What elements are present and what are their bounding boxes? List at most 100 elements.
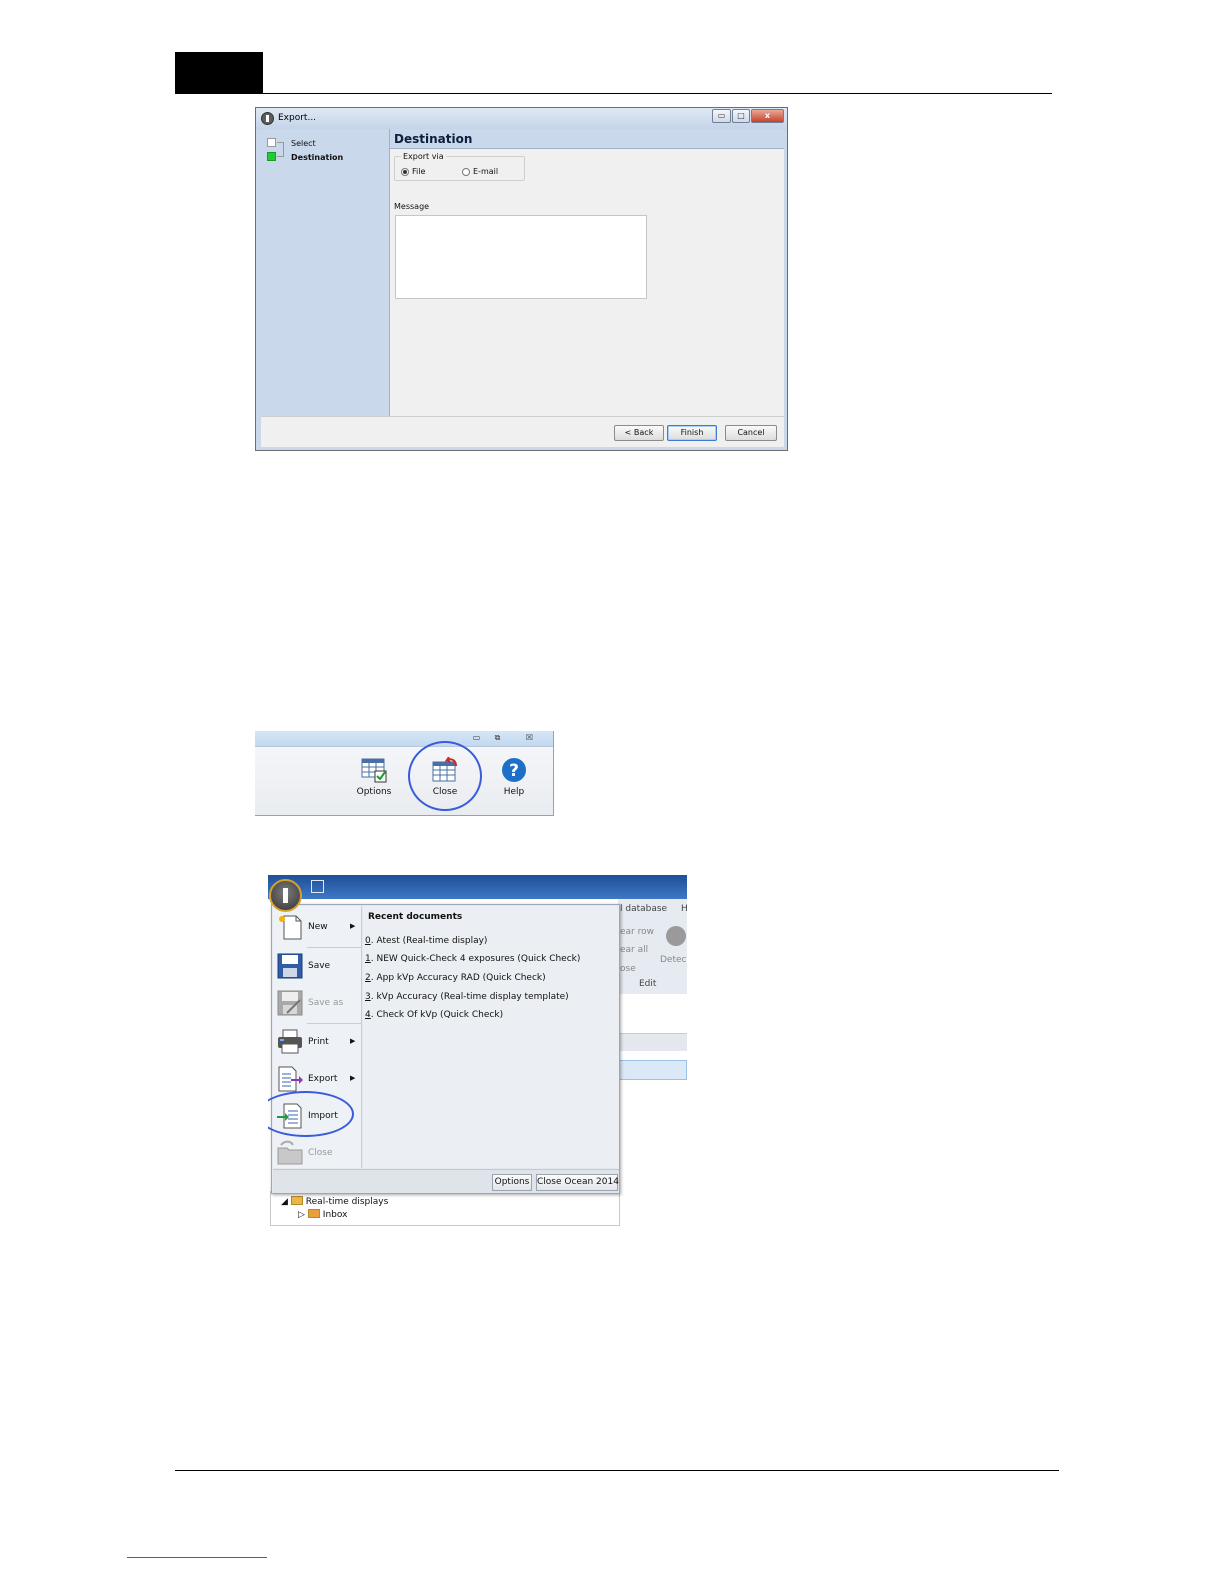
menu-label: Save as (308, 998, 344, 1008)
restore-button[interactable]: ⧉ (489, 733, 506, 744)
recent-document-item[interactable]: 2. App kVp Accuracy RAD (Quick Check) (365, 973, 546, 983)
footer-rule (175, 1470, 1059, 1471)
menu-print[interactable]: Print ▶ (273, 1024, 362, 1060)
ribbon-titlebar: ▭ ⧉ ☒ (255, 731, 553, 747)
tree-node-label: Real-time displays (305, 1197, 389, 1207)
recent-document-item[interactable]: 3. kVp Accuracy (Real-time display templ… (365, 992, 569, 1002)
close-label: Close (432, 787, 458, 797)
menu-export[interactable]: Export ▶ (273, 1061, 362, 1097)
background-detect-label: Detect (660, 955, 687, 965)
menu-new[interactable]: New ▶ (273, 909, 362, 945)
header-rule (175, 93, 1052, 94)
background-group-label: Edit (639, 979, 657, 989)
menu-commands: New ▶ Save Save as Print ▶ Export ▶ Impo… (273, 906, 362, 1168)
back-button[interactable]: < Back (614, 425, 664, 441)
radio-file-label[interactable]: File (412, 167, 425, 176)
export-dialog: Export... ▭ □ x Select Destination Desti… (255, 107, 788, 451)
menu-footer: Options Close Ocean 2014 (273, 1169, 619, 1193)
recent-text: . App kVp Accuracy RAD (Quick Check) (370, 973, 546, 983)
menu-label: Save (308, 961, 331, 971)
menu-label: New (308, 922, 328, 932)
quick-save-icon[interactable] (311, 880, 324, 893)
background-item: ose (620, 964, 636, 974)
radio-file[interactable] (401, 168, 409, 176)
submenu-arrow-icon: ▶ (350, 1037, 356, 1045)
step-connector (277, 156, 283, 157)
inbox-icon (307, 1209, 320, 1218)
help-label: Help (503, 787, 525, 797)
menu-save-as[interactable]: Save as (273, 985, 362, 1021)
app-icon (261, 112, 274, 125)
options-icon (361, 758, 387, 783)
close-app-button[interactable]: Close Ocean 2014 (536, 1174, 619, 1191)
menu-label: Import (308, 1111, 338, 1121)
recent-document-item[interactable]: 1. NEW Quick-Check 4 exposures (Quick Ch… (365, 954, 580, 964)
menu-label: Export (308, 1074, 338, 1084)
dialog-footer: < Back Finish Cancel (261, 416, 784, 447)
wizard-steps-panel: Select Destination (261, 129, 390, 416)
export-via-group: Export via File E-mail (394, 152, 525, 181)
options-label: Options (356, 787, 392, 797)
menu-label: Close (308, 1148, 333, 1158)
tree-node-inbox[interactable]: ▷ Inbox (298, 1209, 347, 1220)
ribbon-close-button[interactable]: Close (415, 757, 475, 797)
application-menu-screenshot: l database H ear row ear all ose Detect … (268, 875, 687, 1226)
folder-icon (290, 1196, 303, 1205)
menu-import[interactable]: Import (273, 1098, 362, 1134)
menu-label: Print (308, 1037, 329, 1047)
tree-node-label: Inbox (322, 1210, 348, 1220)
step-indicator (267, 138, 276, 147)
ribbon-help-button[interactable]: ? Help (484, 757, 544, 797)
new-document-icon (279, 915, 302, 940)
application-orb-button[interactable] (269, 879, 302, 912)
recent-text: . Check Of kVp (Quick Check) (370, 1010, 504, 1020)
page-header-tab (175, 52, 263, 94)
message-textarea[interactable] (395, 215, 647, 299)
step-label: Destination (291, 153, 344, 162)
menu-save[interactable]: Save (273, 948, 362, 984)
submenu-arrow-icon: ▶ (350, 922, 356, 930)
export-icon (278, 1066, 303, 1092)
help-icon: ? (502, 758, 526, 782)
footer-link-underline (127, 1557, 267, 1558)
finish-button[interactable]: Finish (667, 425, 717, 441)
recent-document-item[interactable]: 4. Check Of kVp (Quick Check) (365, 1010, 503, 1020)
background-band (618, 1033, 687, 1051)
submenu-arrow-icon: ▶ (350, 1074, 356, 1082)
close-window-button[interactable]: x (751, 109, 784, 123)
radio-email-label[interactable]: E-mail (473, 167, 498, 176)
minimize-button[interactable]: ▭ (468, 733, 485, 744)
step-indicator-active (267, 152, 276, 161)
page-header: Destination (390, 129, 784, 149)
app-titlebar (268, 875, 687, 899)
svg-text:?: ? (509, 761, 519, 781)
save-icon (277, 953, 303, 979)
message-label: Message (394, 202, 430, 211)
recent-text: . kVp Accuracy (Real-time display templa… (370, 992, 569, 1002)
page-title: Destination (394, 132, 473, 146)
background-tab: l database (620, 904, 668, 914)
detect-icon (666, 926, 686, 946)
cancel-button[interactable]: Cancel (725, 425, 777, 441)
dialog-title: Export... (278, 113, 317, 123)
ribbon-options-button[interactable]: Options (344, 757, 404, 797)
recent-document-item[interactable]: 0. Atest (Real-time display) (365, 936, 487, 946)
maximize-button[interactable]: □ (732, 109, 750, 123)
recent-text: . NEW Quick-Check 4 exposures (Quick Che… (370, 954, 581, 964)
radio-email[interactable] (462, 168, 470, 176)
menu-close[interactable]: Close (273, 1135, 362, 1171)
background-selected-row (618, 1060, 687, 1080)
document-tree: ◢ Real-time displays ▷ Inbox (270, 1191, 620, 1226)
import-icon (277, 1103, 302, 1129)
folder-close-icon (277, 1140, 303, 1165)
close-document-icon (432, 757, 457, 782)
ribbon-fragment: ▭ ⧉ ☒ Options Close ? Help (255, 731, 554, 816)
options-button[interactable]: Options (492, 1174, 532, 1191)
tree-node-realtime[interactable]: ◢ Real-time displays (281, 1196, 388, 1207)
recent-documents-panel: Recent documents 0. Atest (Real-time dis… (363, 906, 619, 1168)
minimize-button[interactable]: ▭ (712, 109, 731, 123)
export-via-legend: Export via (401, 152, 446, 161)
recent-documents-title: Recent documents (368, 912, 463, 922)
close-window-button[interactable]: ☒ (521, 733, 538, 744)
background-item: ear row (620, 927, 654, 937)
